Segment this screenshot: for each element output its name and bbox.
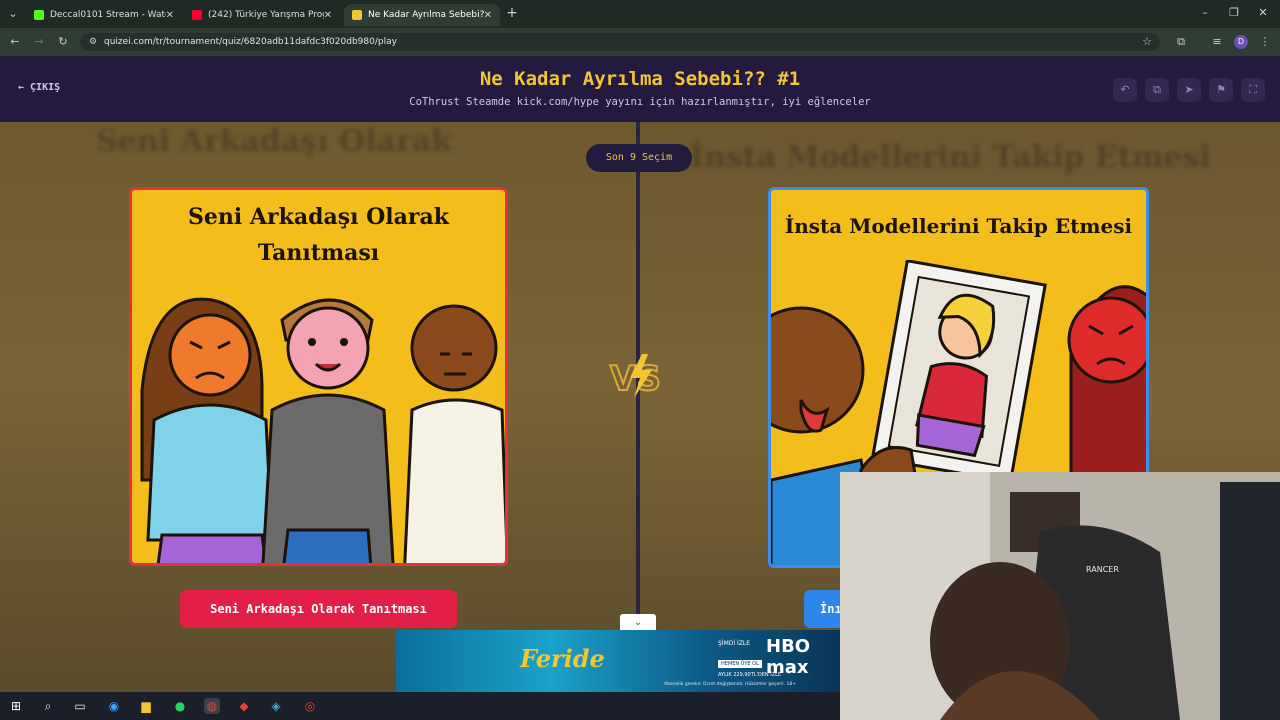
search-icon[interactable]: ⌕	[40, 698, 56, 714]
left-card-title-line1: Seni Arkadaşı Olarak	[188, 204, 449, 230]
restore-icon[interactable]: ❐	[1227, 6, 1241, 20]
vs-text: VS	[610, 359, 661, 399]
whatsapp-icon[interactable]: ●	[172, 698, 188, 714]
media-control-icon[interactable]: ≡	[1210, 35, 1224, 49]
tab-title: Deccal0101 Stream - Watch Liv	[50, 10, 166, 20]
chrome-icon[interactable]: ◍	[204, 698, 220, 714]
fullscreen-button[interactable]: ⛶	[1241, 78, 1265, 102]
right-card-title: İnsta Modellerini Takip Etmesi	[784, 214, 1133, 238]
edge-icon[interactable]: ◉	[106, 698, 122, 714]
tab-title: (242) Türkiye Yarışma Programlı	[208, 10, 324, 20]
browser-tab-kick[interactable]: Deccal0101 Stream - Watch Liv ✕	[26, 4, 182, 26]
task-view-icon[interactable]: ▭	[72, 698, 88, 714]
chevron-down-icon: ⌄	[633, 617, 643, 628]
extensions-icon[interactable]: ⧉	[1174, 35, 1188, 49]
svg-text:RANCER: RANCER	[1086, 565, 1119, 574]
browser-menu-icon[interactable]: ⋮	[1258, 35, 1272, 49]
profile-avatar[interactable]: D	[1234, 35, 1248, 49]
file-explorer-icon[interactable]: ▆	[138, 698, 154, 714]
browser-tab-bar: ⌄ Deccal0101 Stream - Watch Liv ✕ (242) …	[0, 0, 1280, 28]
center-divider	[636, 122, 640, 692]
ad-disclaimer: Abonelik gerekir. Ücret değişkendir. Hük…	[664, 682, 796, 687]
kick-favicon-icon	[34, 10, 44, 20]
ad-promo-top: ŞİMDİ İZLE	[718, 640, 751, 647]
ad-cta: HEMEN ÜYE OL	[718, 660, 762, 668]
url-text: quizei.com/tr/tournament/quiz/6820adb11d…	[104, 37, 397, 47]
address-bar[interactable]: ⚙ quizei.com/tr/tournament/quiz/6820adb1…	[80, 33, 1160, 51]
browser-tab-quizei[interactable]: Ne Kadar Ayrılma Sebebi?? #1 ✕	[344, 4, 500, 26]
site-info-icon[interactable]: ⚙	[86, 35, 100, 49]
flag-icon: ⚑	[1216, 83, 1226, 96]
tab-list-chevron-icon[interactable]: ⌄	[6, 7, 20, 21]
page-title: Ne Kadar Ayrılma Sebebi?? #1	[479, 68, 801, 90]
report-button[interactable]: ⚑	[1209, 78, 1233, 102]
fullscreen-icon: ⛶	[1249, 83, 1257, 96]
reload-icon[interactable]: ↻	[56, 35, 70, 49]
round-badge: Son 9 Seçim	[586, 144, 692, 172]
browser-tab-youtube[interactable]: (242) Türkiye Yarışma Programlı ✕	[184, 4, 340, 26]
left-card-title-line2: Tanıtması	[257, 240, 380, 266]
ad-show-title: Feride	[520, 644, 605, 673]
close-window-icon[interactable]: ✕	[1256, 6, 1270, 20]
share-button[interactable]: ⧉	[1145, 78, 1169, 102]
close-tab-icon[interactable]: ✕	[166, 10, 174, 21]
close-tab-icon[interactable]: ✕	[324, 10, 332, 21]
windows-taskbar	[0, 692, 840, 720]
forward-icon[interactable]: →	[32, 35, 46, 49]
versus-icon: VS	[609, 354, 662, 400]
obs-icon[interactable]: ◎	[302, 698, 318, 714]
steam-icon[interactable]: ◈	[268, 698, 284, 714]
left-card-illustration	[140, 297, 505, 563]
left-background-text: Seni Arkadaşı Olarak	[96, 124, 452, 159]
hbo-max-ad-banner[interactable]: Feride ŞİMDİ İZLE HBO max HEMEN ÜYE OL A…	[396, 630, 840, 692]
youtube-favicon-icon	[192, 10, 202, 20]
undo-icon: ↶	[1120, 83, 1130, 96]
ad-price: AYLIK 229,90TL'DEN İZLE	[718, 672, 782, 678]
new-tab-button[interactable]: +	[505, 6, 519, 20]
bookmark-star-icon[interactable]: ☆	[1140, 35, 1154, 49]
choose-left-button[interactable]: Seni Arkadaşı Olarak Tanıtması	[180, 590, 457, 628]
minimize-icon[interactable]: –	[1198, 6, 1212, 20]
app-icon[interactable]: ◆	[236, 698, 252, 714]
quizei-favicon-icon	[352, 10, 362, 20]
webcam-overlay: RANCER	[840, 472, 1280, 720]
tab-title: Ne Kadar Ayrılma Sebebi?? #1	[368, 10, 484, 20]
page-subtitle: CoThrust Steamde kick.com/hype yayını iç…	[409, 96, 871, 108]
undo-button[interactable]: ↶	[1113, 78, 1137, 102]
share-icon: ⧉	[1153, 83, 1161, 96]
send-icon: ➤	[1184, 83, 1194, 96]
windows-start-icon[interactable]: ⊞	[8, 698, 24, 714]
left-option-card[interactable]: Seni Arkadaşı Olarak Tanıtması	[129, 187, 508, 566]
send-button[interactable]: ➤	[1177, 78, 1201, 102]
close-tab-icon[interactable]: ✕	[484, 10, 492, 21]
right-background-text: İnsta Modellerini Takip Etmesi	[690, 140, 1211, 175]
webcam-image: RANCER	[840, 472, 1280, 720]
back-icon[interactable]: ←	[8, 35, 22, 49]
